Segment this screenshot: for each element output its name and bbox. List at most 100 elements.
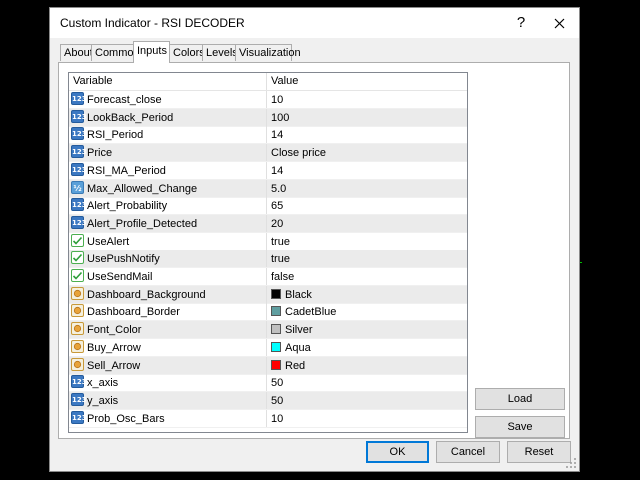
color-swatch — [271, 306, 281, 317]
inputs-grid[interactable]: Variable Value 123 Forecast_close 10 123 Loo… — [68, 72, 468, 433]
value-cell[interactable]: 20 — [267, 215, 467, 232]
help-button[interactable]: ? — [503, 8, 539, 38]
value-cell[interactable]: 10 — [267, 91, 467, 108]
grid-row[interactable]: Buy_Arrow Aqua — [69, 338, 467, 357]
value-cell[interactable]: true — [267, 233, 467, 250]
header-variable[interactable]: Variable — [69, 73, 267, 90]
integer-type-icon: 123 — [71, 392, 87, 406]
grid-row[interactable]: 123 LookBack_Period 100 — [69, 108, 467, 127]
cancel-button[interactable]: Cancel — [436, 441, 500, 463]
ok-button[interactable]: OK — [366, 441, 429, 463]
variable-name: UsePushNotify — [87, 253, 160, 266]
grid-row[interactable]: UseAlert true — [69, 232, 467, 251]
variable-name: Forecast_close — [87, 94, 162, 106]
tab-visualization[interactable]: Visualization — [235, 44, 301, 61]
value-cell[interactable]: Red — [267, 357, 467, 374]
grid-row[interactable]: UseSendMail false — [69, 268, 467, 286]
integer-type-icon: 123 — [71, 198, 87, 212]
variable-name: x_axis — [87, 377, 119, 390]
tab-colors[interactable]: Colors — [169, 44, 205, 61]
variable-name: Alert_Probability — [87, 200, 168, 213]
value-cell[interactable]: Aqua — [267, 339, 467, 356]
grid-row[interactable]: 123 RSI_Period 14 — [69, 126, 467, 145]
grid-row[interactable]: Sell_Arrow Red — [69, 356, 467, 375]
close-button[interactable] — [541, 8, 577, 38]
reset-button[interactable]: Reset — [507, 441, 571, 463]
value-cell[interactable]: 100 — [267, 109, 467, 126]
close-icon — [554, 18, 564, 28]
grid-row[interactable]: 123 Prob_Osc_Bars 10 — [69, 409, 467, 428]
variable-cell: ½ Max_Allowed_Change — [69, 179, 267, 197]
variable-name: Price — [87, 147, 113, 160]
variable-cell: 123 RSI_MA_Period — [69, 161, 267, 179]
variable-cell: 123 Alert_Probability — [69, 197, 267, 215]
variable-value: 5.0 — [271, 182, 287, 195]
variable-name: UseAlert — [87, 235, 130, 248]
variable-name: LookBack_Period — [87, 111, 174, 124]
inputs-tab-panel: Variable Value 123 Forecast_close 10 123 Loo… — [58, 62, 570, 439]
value-cell[interactable]: Close price — [267, 144, 467, 161]
variable-name: Dashboard_Background — [87, 288, 206, 301]
value-cell[interactable]: 50 — [267, 392, 467, 409]
resize-grip-icon[interactable] — [565, 457, 577, 469]
value-cell[interactable]: true — [267, 250, 467, 267]
boolean-type-icon — [71, 269, 84, 282]
grid-row[interactable]: 123 y_axis 50 — [69, 391, 467, 410]
save-button[interactable]: Save — [475, 416, 565, 438]
variable-name: y_axis — [87, 394, 119, 407]
variable-cell: 123 Price — [69, 144, 267, 162]
grid-row[interactable]: 123 Alert_Profile_Detected 20 — [69, 214, 467, 233]
variable-cell: 123 LookBack_Period — [69, 108, 267, 126]
color-swatch — [271, 288, 281, 299]
variable-name: Dashboard_Border — [87, 306, 180, 319]
header-variable-label: Variable — [73, 75, 113, 87]
value-cell[interactable]: 10 — [267, 410, 467, 427]
variable-name: Sell_Arrow — [87, 359, 141, 372]
variable-value: 10 — [271, 412, 284, 425]
value-cell[interactable]: 14 — [267, 162, 467, 179]
variable-cell: Font_Color — [69, 321, 267, 339]
variable-name: RSI_Period — [87, 129, 144, 142]
tab-inputs[interactable]: Inputs — [133, 41, 170, 63]
grid-row[interactable]: Dashboard_Background Black — [69, 285, 467, 304]
variable-cell: UseSendMail — [69, 268, 267, 285]
variable-value: Black — [285, 288, 312, 301]
grid-row[interactable]: 123 x_axis 50 — [69, 374, 467, 393]
value-cell[interactable]: CadetBlue — [267, 303, 467, 320]
variable-value: 50 — [271, 377, 284, 390]
variable-cell: 123 Prob_Osc_Bars — [69, 409, 267, 427]
variable-cell: 123 RSI_Period — [69, 126, 267, 144]
variable-value: 14 — [271, 164, 284, 177]
load-button[interactable]: Load — [475, 388, 565, 410]
grid-row[interactable]: Dashboard_Border CadetBlue — [69, 303, 467, 322]
tab-common[interactable]: Common — [91, 44, 140, 61]
variable-name: Max_Allowed_Change — [87, 182, 198, 195]
color-swatch — [271, 324, 281, 335]
grid-row[interactable]: 123 RSI_MA_Period 14 — [69, 161, 467, 180]
value-cell[interactable]: 65 — [267, 197, 467, 214]
header-value-label: Value — [271, 75, 299, 87]
value-cell[interactable]: 14 — [267, 126, 467, 143]
value-cell[interactable]: false — [267, 268, 467, 285]
variable-cell: Dashboard_Background — [69, 285, 267, 303]
grid-row[interactable]: 123 Forecast_close 10 — [69, 91, 467, 109]
grid-row[interactable]: 123 Alert_Probability 65 — [69, 197, 467, 216]
tab-about[interactable]: About — [60, 44, 93, 61]
grid-row[interactable]: ½ Max_Allowed_Change 5.0 — [69, 179, 467, 198]
integer-type-icon: 123 — [71, 145, 87, 159]
grid-row[interactable]: Font_Color Silver — [69, 321, 467, 340]
value-cell[interactable]: Silver — [267, 321, 467, 338]
grid-row[interactable]: 123 Price Close price — [69, 144, 467, 163]
color-type-icon — [71, 339, 84, 353]
title-bar: Custom Indicator - RSI DECODER ? — [50, 8, 579, 38]
variable-value: 10 — [271, 94, 284, 106]
integer-type-icon: 123 — [71, 410, 87, 424]
value-cell[interactable]: Black — [267, 286, 467, 303]
value-cell[interactable]: 5.0 — [267, 180, 467, 197]
grid-row[interactable]: UsePushNotify true — [69, 250, 467, 269]
variable-value: 20 — [271, 217, 284, 230]
tab-levels[interactable]: Levels — [202, 44, 238, 61]
value-cell[interactable]: 50 — [267, 374, 467, 391]
header-value[interactable]: Value — [267, 73, 467, 90]
variable-cell: 123 Alert_Profile_Detected — [69, 214, 267, 232]
